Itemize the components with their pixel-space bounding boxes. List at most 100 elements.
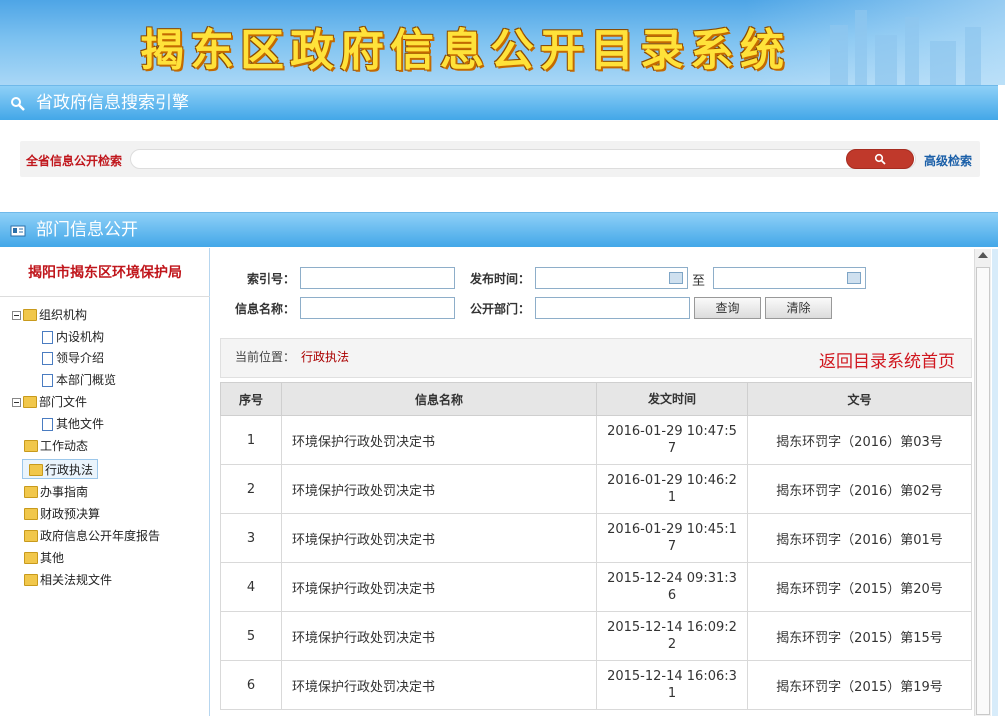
col-header-time: 发文时间 — [596, 382, 748, 416]
tree-item-label: 办事指南 — [40, 485, 89, 499]
divider — [0, 296, 210, 297]
province-search-bar: 全省信息公开检索 高级检索 — [20, 141, 980, 177]
right-rail — [992, 249, 998, 716]
folder-icon — [24, 486, 38, 498]
row-title-link[interactable]: 环境保护行政处罚决定书 — [281, 513, 597, 563]
document-icon — [42, 418, 53, 431]
document-icon — [42, 331, 53, 344]
folder-icon — [24, 440, 38, 452]
folder-icon — [23, 396, 37, 408]
tree-item-label: 行政执法 — [45, 463, 94, 477]
calendar-icon[interactable] — [847, 272, 861, 284]
id-card-icon — [10, 225, 26, 237]
row-title-link[interactable]: 环境保护行政处罚决定书 — [281, 660, 597, 710]
province-search-input[interactable] — [130, 149, 916, 169]
tree-item[interactable]: 其他 — [22, 548, 64, 568]
document-icon — [42, 352, 53, 365]
row-publish-time: 2015-12-24 09:31:36 — [596, 562, 748, 612]
province-search-title: 省政府信息搜索引擎 — [36, 93, 189, 113]
tree-item-label: 政府信息公开年度报告 — [40, 529, 161, 543]
tree-item[interactable]: 领导介绍 — [42, 348, 104, 368]
tree-item[interactable]: 政府信息公开年度报告 — [22, 526, 160, 546]
col-header-no: 序号 — [220, 382, 282, 416]
row-publish-time: 2016-01-29 10:46:21 — [596, 464, 748, 514]
public-dept-label: 公开部门： — [470, 302, 531, 316]
tree-item[interactable]: 部门文件 — [12, 392, 87, 412]
tree-item-label: 内设机构 — [56, 330, 105, 344]
content-scrollbar[interactable] — [974, 249, 991, 716]
breadcrumb-current[interactable]: 行政执法 — [301, 348, 349, 365]
index-no-input[interactable] — [300, 267, 455, 289]
tree-item[interactable]: 内设机构 — [42, 327, 104, 347]
province-search-button[interactable] — [846, 149, 914, 169]
row-number: 5 — [220, 611, 282, 661]
magnifier-icon — [11, 97, 25, 111]
advanced-search-link[interactable]: 高级检索 — [924, 152, 972, 169]
tree-item-label: 组织机构 — [39, 308, 88, 322]
province-search-label: 全省信息公开检索 — [26, 154, 123, 168]
table-body: 1 环境保护行政处罚决定书 2016-01-29 10:47:57 揭东环罚字（201… — [220, 415, 972, 710]
row-title-link[interactable]: 环境保护行政处罚决定书 — [281, 562, 597, 612]
tree-item-label: 其他 — [40, 551, 65, 565]
collapse-toggle-icon[interactable] — [12, 311, 21, 320]
date-to-input[interactable] — [713, 267, 866, 289]
tree-item[interactable]: 办事指南 — [22, 482, 88, 502]
tree-item[interactable]: 工作动态 — [22, 436, 88, 456]
row-publish-time: 2015-12-14 16:09:22 — [596, 611, 748, 661]
tree-item[interactable]: 行政执法 — [22, 459, 99, 479]
dept-info-header: 部门信息公开 — [0, 212, 998, 247]
tree-item[interactable]: 本部门概览 — [42, 370, 116, 390]
index-no-label: 索引号： — [247, 272, 296, 286]
table-row[interactable]: 2 环境保护行政处罚决定书 2016-01-29 10:46:21 揭东环罚字（201… — [220, 464, 972, 514]
date-range-separator: 至 — [692, 274, 706, 289]
breadcrumb: 当前位置： 行政执法 返回目录系统首页 — [220, 338, 972, 378]
tree-item[interactable]: 其他文件 — [42, 414, 104, 434]
table-row[interactable]: 3 环境保护行政处罚决定书 2016-01-29 10:45:17 揭东环罚字（201… — [220, 513, 972, 563]
table-row[interactable]: 6 环境保护行政处罚决定书 2015-12-14 16:06:31 揭东环罚字（201… — [220, 660, 972, 710]
tree-item-label: 工作动态 — [40, 439, 89, 453]
row-publish-time: 2015-12-14 16:06:31 — [596, 660, 748, 710]
publish-date-label: 发布时间： — [470, 272, 531, 286]
row-title-link[interactable]: 环境保护行政处罚决定书 — [281, 611, 597, 661]
public-dept-input[interactable] — [535, 297, 690, 319]
info-name-input[interactable] — [300, 297, 455, 319]
row-title-link[interactable]: 环境保护行政处罚决定书 — [281, 464, 597, 514]
tree-item[interactable]: 组织机构 — [12, 305, 87, 325]
table-row[interactable]: 4 环境保护行政处罚决定书 2015-12-24 09:31:36 揭东环罚字（201… — [220, 562, 972, 612]
folder-icon — [24, 552, 38, 564]
document-icon — [42, 374, 53, 387]
table-header-row: 序号 信息名称 发文时间 文号 — [220, 382, 972, 416]
folder-icon — [24, 508, 38, 520]
calendar-icon[interactable] — [669, 272, 683, 284]
table-row[interactable]: 1 环境保护行政处罚决定书 2016-01-29 10:47:57 揭东环罚字（201… — [220, 415, 972, 465]
info-name-label: 信息名称： — [235, 302, 296, 316]
row-doc-number: 揭东环罚字（2016）第02号 — [747, 464, 972, 514]
tree-item[interactable]: 相关法规文件 — [22, 570, 112, 590]
col-header-name: 信息名称 — [281, 382, 597, 416]
row-publish-time: 2016-01-29 10:47:57 — [596, 415, 748, 465]
row-number: 1 — [220, 415, 282, 465]
banner-building — [965, 27, 981, 85]
scrollbar-thumb[interactable] — [976, 267, 990, 715]
query-button[interactable]: 查询 — [694, 297, 761, 319]
scroll-up-arrow[interactable] — [978, 252, 988, 258]
row-number: 4 — [220, 562, 282, 612]
folder-icon — [23, 309, 37, 321]
return-home-link[interactable]: 返回目录系统首页 — [819, 347, 955, 372]
banner-building — [855, 10, 867, 85]
results-table: 序号 信息名称 发文时间 文号 1 环境保护行政处罚决定书 2016-01-29 1… — [220, 382, 972, 710]
date-from-input[interactable] — [535, 267, 688, 289]
collapse-toggle-icon[interactable] — [12, 398, 21, 407]
tree-item[interactable]: 财政预决算 — [22, 504, 100, 524]
banner-building — [930, 41, 956, 85]
row-doc-number: 揭东环罚字（2015）第20号 — [747, 562, 972, 612]
table-row[interactable]: 5 环境保护行政处罚决定书 2015-12-14 16:09:22 揭东环罚字（201… — [220, 611, 972, 661]
row-number: 6 — [220, 660, 282, 710]
site-title: 揭东区政府信息公开目录系统 — [140, 25, 790, 76]
search-icon — [874, 153, 886, 165]
breadcrumb-label: 当前位置： — [235, 350, 296, 364]
banner-building — [830, 25, 848, 85]
clear-button[interactable]: 清除 — [765, 297, 832, 319]
row-title-link[interactable]: 环境保护行政处罚决定书 — [281, 415, 597, 465]
row-publish-time: 2016-01-29 10:45:17 — [596, 513, 748, 563]
